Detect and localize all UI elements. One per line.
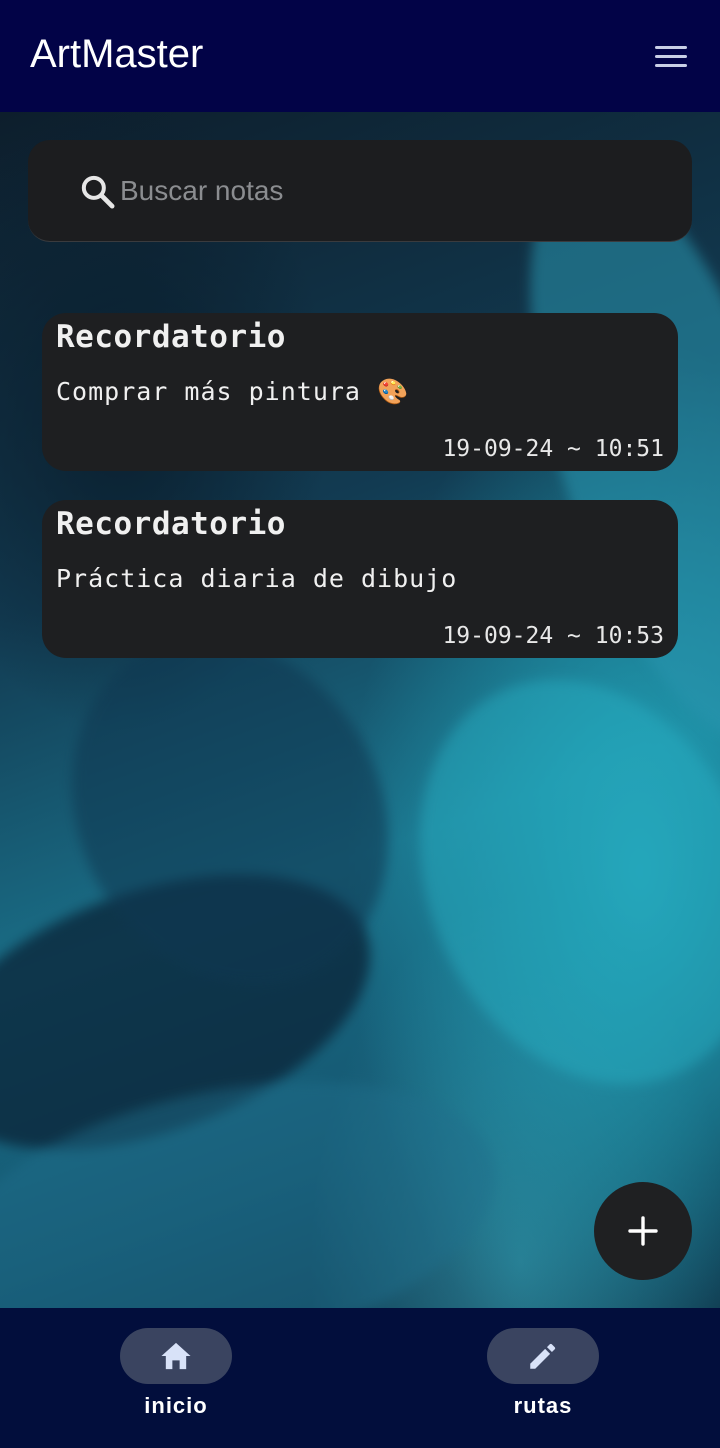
nav-item-inicio[interactable]: inicio (106, 1328, 246, 1438)
note-card[interactable]: Recordatorio Comprar más pintura 🎨 19-09… (42, 313, 678, 471)
nav-pill (120, 1328, 232, 1384)
nav-item-rutas[interactable]: rutas (473, 1328, 613, 1438)
note-title: Recordatorio (56, 319, 286, 355)
nav-label: inicio (144, 1393, 208, 1418)
note-card[interactable]: Recordatorio Práctica diaria de dibujo 1… (42, 500, 678, 658)
search-icon (81, 175, 115, 209)
search-input[interactable] (120, 170, 660, 212)
bottom-navigation: inicio rutas (0, 1308, 720, 1448)
note-body: Comprar más pintura 🎨 (56, 377, 410, 406)
hamburger-line (655, 45, 687, 49)
hamburger-line (655, 63, 687, 67)
note-title: Recordatorio (56, 506, 286, 542)
note-datetime: 19-09-24 ~ 10:53 (442, 623, 664, 649)
menu-button[interactable] (646, 36, 696, 76)
hamburger-line (655, 54, 687, 58)
app-bar: ArtMaster (0, 0, 720, 112)
plus-icon (628, 1216, 658, 1246)
background-artwork (0, 112, 720, 1308)
note-body: Práctica diaria de dibujo (56, 564, 458, 593)
add-note-button[interactable] (594, 1182, 692, 1280)
nav-label: rutas (513, 1393, 573, 1418)
pencil-icon (530, 1343, 556, 1369)
note-datetime: 19-09-24 ~ 10:51 (442, 436, 664, 462)
search-bar[interactable] (28, 140, 692, 242)
nav-pill (487, 1328, 599, 1384)
app-title: ArtMaster (30, 32, 204, 76)
home-icon (161, 1342, 191, 1370)
